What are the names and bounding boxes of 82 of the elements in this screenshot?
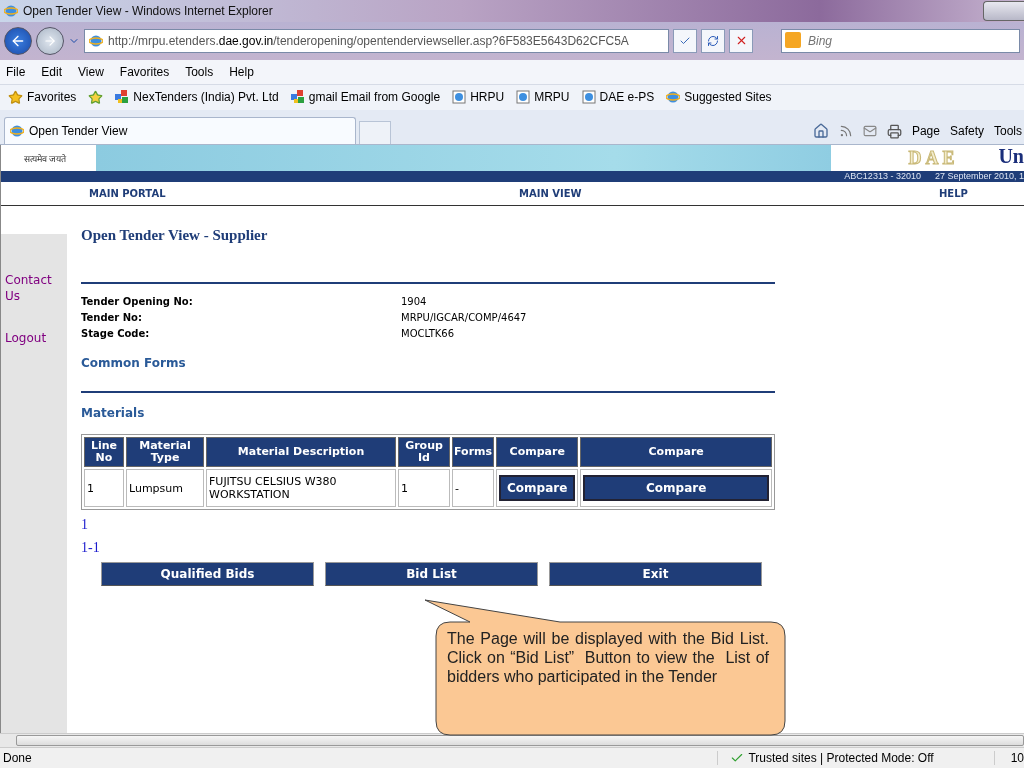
- column-header: Compare: [580, 437, 772, 468]
- favorite-link[interactable]: NexTenders (India) Pvt. Ltd: [115, 90, 279, 105]
- stop-button[interactable]: [729, 28, 753, 53]
- home-icon[interactable]: [812, 123, 829, 140]
- action-button[interactable]: Exit: [549, 562, 762, 587]
- menu-item[interactable]: Tools: [185, 64, 214, 79]
- feed-icon[interactable]: [838, 124, 853, 139]
- table-cell: -: [452, 469, 495, 508]
- back-button[interactable]: [4, 26, 32, 55]
- compare-button[interactable]: Compare: [499, 475, 576, 502]
- status-text: Done: [2, 751, 32, 766]
- scrollbar-thumb[interactable]: [16, 735, 1024, 747]
- user-id: ABC12313 - 32010: [844, 171, 921, 183]
- add-favorite-icon[interactable]: [88, 90, 104, 105]
- field-label: Tender No:: [81, 312, 143, 324]
- menu-item[interactable]: Edit: [41, 64, 63, 79]
- zoom-level[interactable]: 10: [993, 751, 1024, 766]
- field-value: MRPU/IGCAR/COMP/4647: [401, 312, 528, 324]
- favorite-link[interactable]: DAE e-PS: [581, 90, 655, 105]
- section-heading: Materials: [81, 406, 146, 421]
- column-header: Group Id: [398, 437, 450, 468]
- favorite-link[interactable]: gmail Email from Google: [290, 90, 441, 105]
- column-header: Compare: [496, 437, 579, 468]
- command-menu[interactable]: Page: [911, 124, 940, 139]
- field-label: Stage Code:: [81, 328, 151, 340]
- action-button[interactable]: Bid List: [325, 562, 538, 587]
- column-header: Line No: [84, 437, 124, 468]
- page-title: Open Tender View - Supplier: [81, 227, 269, 245]
- forward-icon: [43, 33, 57, 48]
- search-field[interactable]: Bing: [781, 28, 1020, 53]
- table-cell: 1: [398, 469, 450, 508]
- table-cell: 1: [84, 469, 124, 508]
- mail-icon[interactable]: [862, 124, 877, 139]
- date-text: 27 September 2010, 1: [934, 171, 1024, 183]
- menu-item[interactable]: Help: [229, 64, 254, 79]
- favorites-button[interactable]: Favorites: [8, 90, 77, 105]
- menu-item[interactable]: File: [6, 64, 26, 79]
- logo: DAE: [908, 147, 959, 169]
- field-value: MOCLTK66: [401, 328, 456, 340]
- browser-icon: [666, 90, 681, 105]
- favorite-link[interactable]: Suggested Sites: [666, 90, 772, 105]
- nav-link[interactable]: HELP: [939, 188, 1024, 200]
- refresh-icon: [707, 34, 719, 47]
- column-header: Material Description: [206, 437, 396, 468]
- nav-link[interactable]: MAIN PORTAL: [89, 188, 519, 200]
- command-menu[interactable]: Safety: [949, 124, 984, 139]
- print-icon[interactable]: [886, 123, 902, 139]
- sidebar-link[interactable]: Contact Us: [1, 272, 61, 305]
- compare-button[interactable]: Compare: [583, 475, 769, 502]
- page-link[interactable]: 1: [81, 517, 88, 534]
- colored-squares-icon: [290, 90, 305, 105]
- star-icon: [8, 90, 23, 105]
- page-link[interactable]: 1-1: [81, 540, 100, 557]
- sidebar-link[interactable]: Logout: [1, 330, 61, 347]
- table-cell: FUJITSU CELSIUS W380 WORKSTATION: [206, 469, 396, 508]
- minimize-button[interactable]: [983, 0, 1024, 21]
- menu-item[interactable]: View: [78, 64, 104, 79]
- field-label: Tender Opening No:: [81, 296, 194, 308]
- site-title: Un: [998, 145, 1024, 169]
- command-menu[interactable]: Tools: [994, 124, 1022, 139]
- browser-icon: [10, 124, 24, 139]
- table-cell: Lumpsum: [126, 469, 204, 508]
- favorite-link[interactable]: MRPU: [516, 90, 570, 105]
- forward-button[interactable]: [36, 26, 64, 55]
- favorite-link[interactable]: HRPU: [452, 90, 505, 105]
- window-title: Open Tender View - Windows Internet Explorer: [23, 3, 273, 18]
- address-field[interactable]: http://mrpu.etenders.dae.gov.in/tenderopening/opentenderviewseller.asp?6F583E5643D62CFC5A: [84, 28, 669, 53]
- section-heading: Common Forms: [81, 356, 187, 371]
- nav-link[interactable]: MAIN VIEW: [519, 188, 939, 200]
- emblem-text: सत्यमेव जयते: [22, 152, 68, 165]
- refresh-button[interactable]: [701, 28, 725, 53]
- menu-item[interactable]: Favorites: [119, 64, 170, 79]
- browser-icon: [4, 3, 18, 18]
- security-zone: Trusted sites | Protected Mode: Off: [717, 751, 994, 766]
- action-button[interactable]: Qualified Bids: [101, 562, 314, 587]
- colored-squares-icon: [115, 90, 130, 105]
- callout-text: The Page will be displayed with the Bid List. Click on “Bid List” Button to view the List of bidders who participated in the Tender: [447, 629, 769, 686]
- column-header: Material Type: [126, 437, 204, 468]
- compatibility-button[interactable]: [673, 28, 697, 53]
- browser-tab[interactable]: Open Tender View: [4, 117, 356, 145]
- field-value: 1904: [401, 296, 428, 308]
- column-header: Forms: [452, 437, 495, 468]
